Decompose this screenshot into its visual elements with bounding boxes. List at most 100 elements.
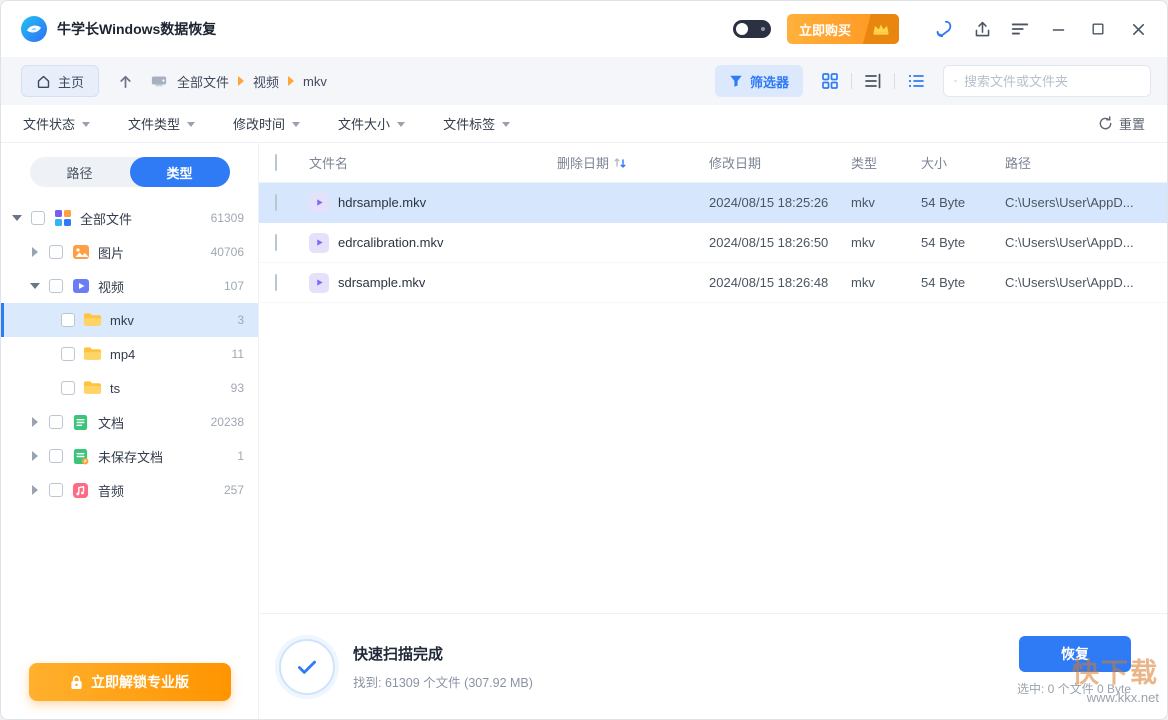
file-name: sdrsample.mkv [338, 275, 425, 290]
chevron-down-icon [187, 122, 195, 127]
go-up-button[interactable] [117, 73, 134, 90]
tree-item-audio[interactable]: 音频 257 [1, 473, 258, 507]
column-label: 删除日期 [557, 153, 609, 172]
video-file-icon [309, 273, 329, 293]
divider [894, 73, 895, 89]
maximize-button[interactable] [1085, 16, 1111, 42]
share-icon[interactable] [971, 18, 993, 40]
recover-button[interactable]: 恢复 [1019, 636, 1131, 672]
unlock-pro-button[interactable]: 立即解锁专业版 [29, 663, 231, 701]
minimize-button[interactable] [1045, 16, 1071, 42]
checkbox[interactable] [49, 245, 63, 259]
tree-item-count: 40706 [211, 245, 244, 259]
tree-item-label: ts [110, 381, 223, 396]
expand-arrow-icon[interactable] [32, 451, 38, 461]
breadcrumb: 全部文件 视频 mkv [150, 72, 327, 91]
checkbox[interactable] [61, 347, 75, 361]
home-button[interactable]: 主页 [21, 65, 99, 97]
checkbox[interactable] [61, 381, 75, 395]
tree-item-ts[interactable]: ts 93 [1, 371, 258, 405]
folder-icon [83, 345, 102, 364]
column-header-path[interactable]: 路径 [1005, 153, 1153, 172]
menu-icon[interactable] [1009, 18, 1031, 40]
close-button[interactable] [1125, 16, 1151, 42]
breadcrumb-item-video[interactable]: 视频 [253, 72, 279, 91]
expand-arrow-icon[interactable] [32, 485, 38, 495]
tab-type[interactable]: 类型 [130, 157, 230, 187]
column-header-modified-date[interactable]: 修改日期 [709, 153, 851, 172]
row-checkbox[interactable] [275, 194, 277, 211]
filter-file-tag[interactable]: 文件标签 [443, 114, 510, 133]
checkbox[interactable] [49, 449, 63, 463]
grid-view-icon[interactable] [817, 68, 843, 94]
sort-icons[interactable] [613, 156, 627, 170]
video-file-icon [309, 233, 329, 253]
tree-item-mkv[interactable]: mkv 3 [1, 303, 258, 337]
link-icon[interactable] [933, 18, 955, 40]
column-header-type[interactable]: 类型 [851, 153, 921, 172]
filter-modified-time[interactable]: 修改时间 [233, 114, 300, 133]
drive-icon [150, 73, 168, 89]
filter-button[interactable]: 筛选器 [715, 65, 803, 97]
search-box [943, 65, 1151, 97]
reset-button[interactable]: 重置 [1098, 114, 1145, 133]
breadcrumb-item-mkv[interactable]: mkv [303, 74, 327, 89]
tree-item-count: 107 [224, 279, 244, 293]
checkbox[interactable] [49, 483, 63, 497]
table-row[interactable]: sdrsample.mkv 2024/08/15 18:26:48 mkv 54… [259, 263, 1167, 303]
app-window: 牛学长Windows数据恢复 立即购买 [0, 0, 1168, 720]
tree-item-unsaved-documents[interactable]: 未保存文档 1 [1, 439, 258, 473]
table-header: 文件名 删除日期 修改日期 类型 大小 路径 [259, 143, 1167, 183]
tree-item-label: 全部文件 [80, 209, 203, 228]
filterbar: 文件状态 文件类型 修改时间 文件大小 文件标签 重置 [1, 105, 1167, 143]
list-view-icon[interactable] [860, 68, 886, 94]
tree-item-mp4[interactable]: mp4 11 [1, 337, 258, 371]
filter-file-status[interactable]: 文件状态 [23, 114, 90, 133]
tree-item-all-files[interactable]: 全部文件 61309 [1, 201, 258, 235]
tree-item-label: 音频 [98, 481, 216, 500]
filter-file-type[interactable]: 文件类型 [128, 114, 195, 133]
all-files-icon [53, 209, 72, 228]
checkbox[interactable] [49, 279, 63, 293]
app-title: 牛学长Windows数据恢复 [57, 19, 216, 39]
table-row[interactable]: hdrsample.mkv 2024/08/15 18:25:26 mkv 54… [259, 183, 1167, 223]
tree-item-count: 93 [231, 381, 244, 395]
scan-status-detail: 找到: 61309 个文件 (307.92 MB) [353, 672, 999, 691]
tree-item-label: 文档 [98, 413, 203, 432]
tree-item-documents[interactable]: 文档 20238 [1, 405, 258, 439]
tree-item-videos[interactable]: 视频 107 [1, 269, 258, 303]
column-header-size[interactable]: 大小 [921, 153, 1005, 172]
row-checkbox[interactable] [275, 274, 277, 291]
chevron-down-icon [397, 122, 405, 127]
tab-path[interactable]: 路径 [30, 157, 130, 187]
expand-arrow-icon[interactable] [32, 417, 38, 427]
select-all-checkbox[interactable] [275, 154, 277, 171]
tree-item-label: 未保存文档 [98, 447, 229, 466]
search-input[interactable] [964, 74, 1140, 89]
tree-item-label: mp4 [110, 347, 224, 362]
app-logo-icon [21, 16, 47, 42]
divider [851, 73, 852, 89]
detail-view-icon[interactable] [903, 68, 929, 94]
tree-item-images[interactable]: 图片 40706 [1, 235, 258, 269]
tree-item-count: 1 [237, 449, 244, 463]
row-checkbox[interactable] [275, 234, 277, 251]
checkbox[interactable] [31, 211, 45, 225]
expand-arrow-icon[interactable] [32, 247, 38, 257]
column-header-filename[interactable]: 文件名 [309, 153, 557, 172]
modified-date: 2024/08/15 18:26:48 [709, 275, 851, 290]
titlebar: 牛学长Windows数据恢复 立即购买 [1, 1, 1167, 57]
view-switcher [817, 68, 929, 94]
expand-arrow-icon[interactable] [30, 283, 40, 289]
buy-button[interactable]: 立即购买 [787, 14, 899, 44]
checkbox[interactable] [61, 313, 75, 327]
checkbox[interactable] [49, 415, 63, 429]
filter-file-size[interactable]: 文件大小 [338, 114, 405, 133]
theme-toggle[interactable] [733, 20, 771, 38]
table-row[interactable]: edrcalibration.mkv 2024/08/15 18:26:50 m… [259, 223, 1167, 263]
expand-arrow-icon[interactable] [12, 215, 22, 221]
breadcrumb-item-all-files[interactable]: 全部文件 [177, 72, 229, 91]
table-body: hdrsample.mkv 2024/08/15 18:25:26 mkv 54… [259, 183, 1167, 613]
column-header-deleted-date[interactable]: 删除日期 [557, 153, 709, 172]
file-size: 54 Byte [921, 195, 1005, 210]
